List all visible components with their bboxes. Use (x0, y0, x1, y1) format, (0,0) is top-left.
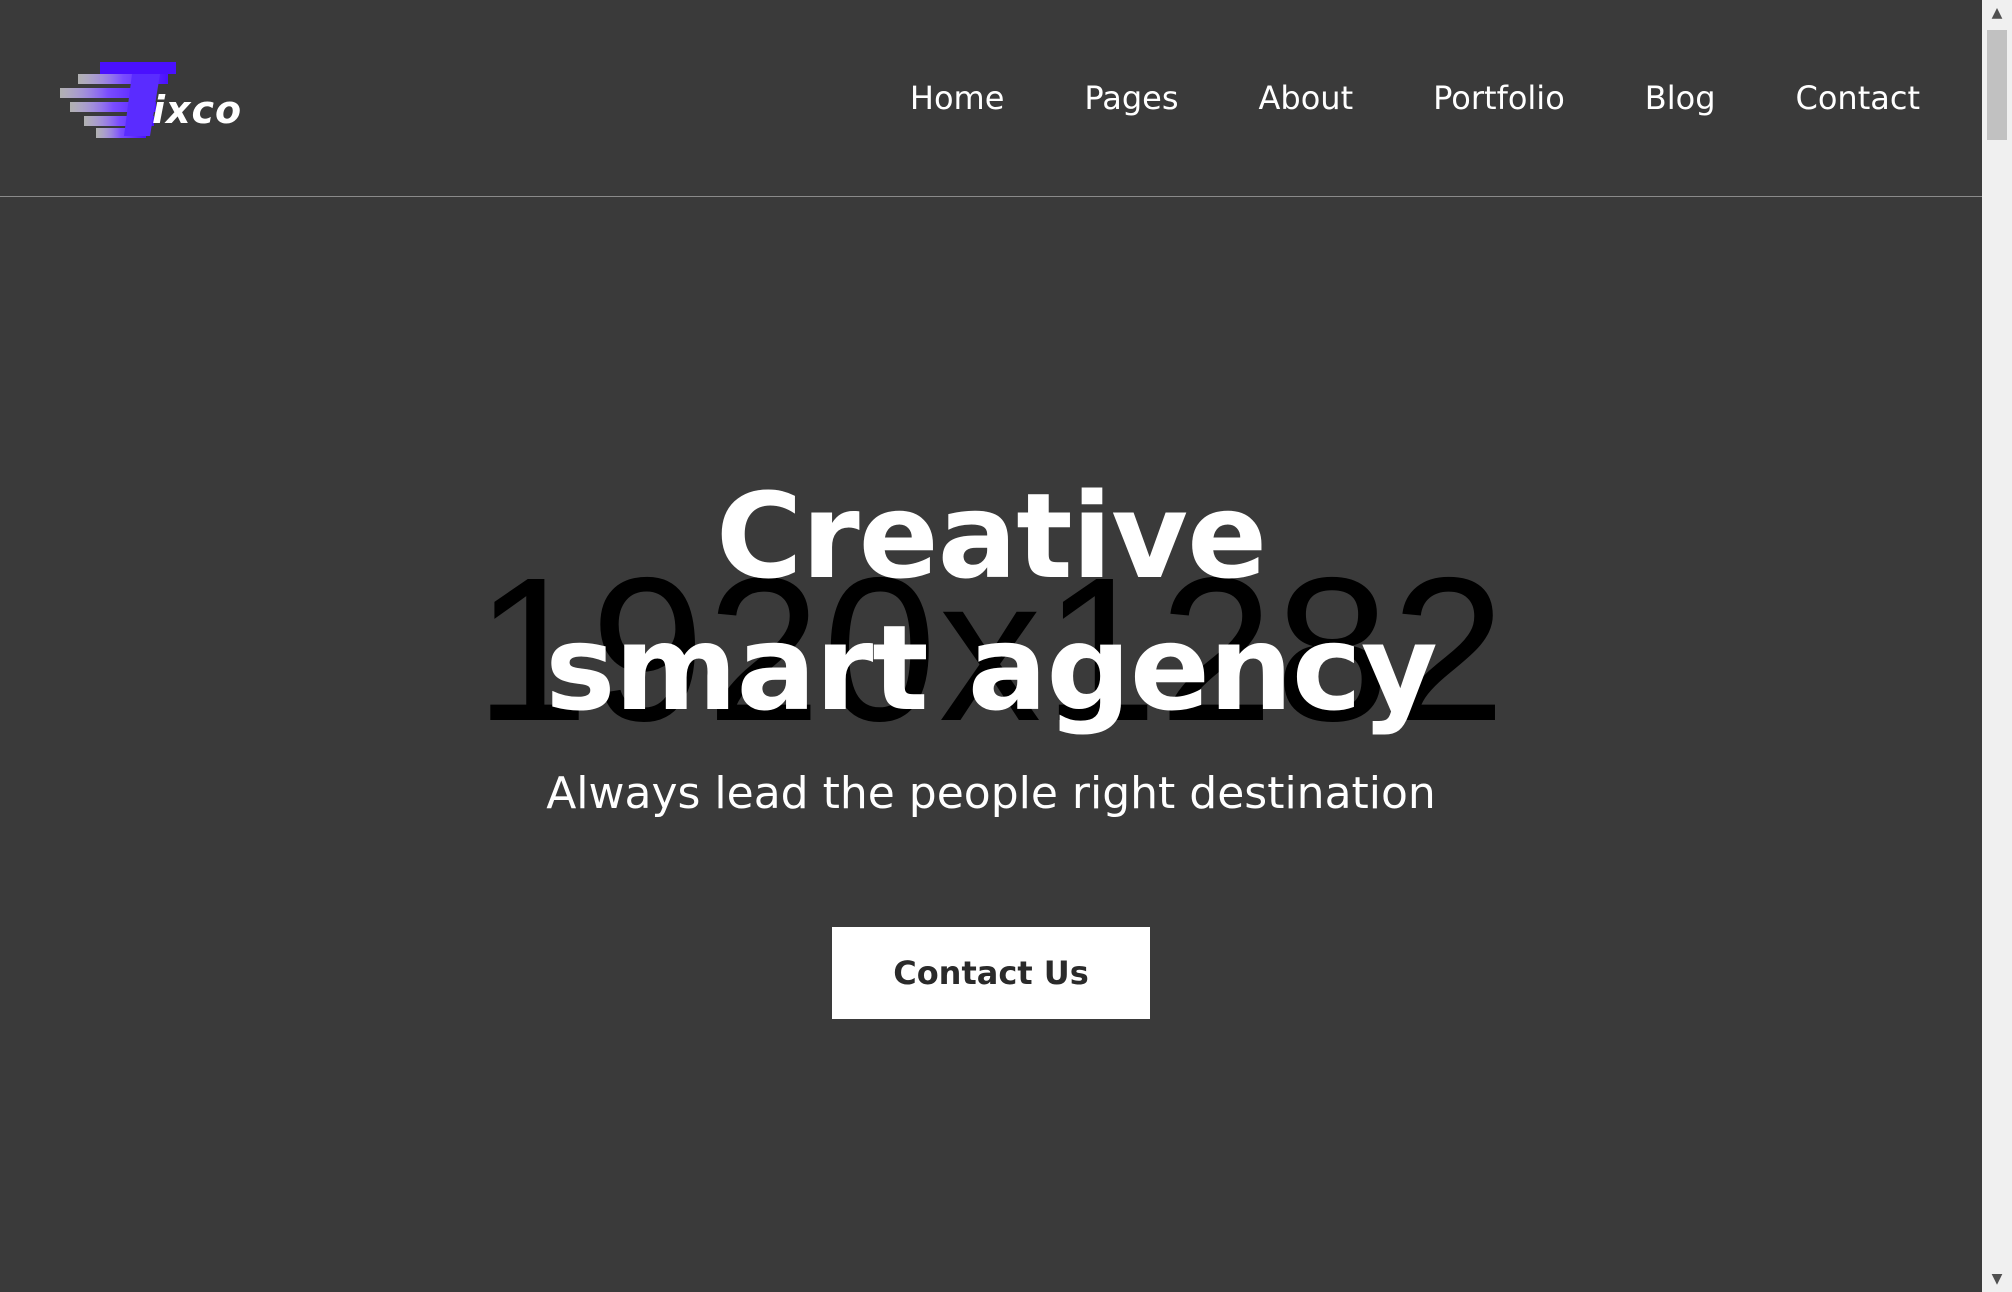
contact-us-button[interactable]: Contact Us (832, 927, 1150, 1019)
page: ixco Home Pages About Portfolio Blog Con… (0, 0, 2012, 1292)
hero-title-line2: smart agency (545, 599, 1438, 737)
fixco-logo[interactable]: ixco (60, 60, 243, 140)
nav-item-blog[interactable]: Blog (1645, 74, 1716, 122)
hero-title-line1: Creative (715, 467, 1267, 605)
logo-text: ixco (152, 88, 243, 132)
chevron-down-icon[interactable]: ▼ (1982, 1266, 2012, 1292)
nav-item-portfolio[interactable]: Portfolio (1433, 74, 1565, 122)
nav-item-pages[interactable]: Pages (1084, 74, 1178, 122)
nav-item-contact[interactable]: Contact (1796, 74, 1921, 122)
main-nav: Home Pages About Portfolio Blog Contact (830, 74, 1920, 122)
chevron-up-icon[interactable]: ▲ (1982, 0, 2012, 26)
vertical-scrollbar[interactable]: ▲ ▼ (1982, 0, 2012, 1292)
hero-subtitle: Always lead the people right destination (546, 768, 1436, 819)
site-header: ixco Home Pages About Portfolio Blog Con… (0, 0, 1982, 197)
scrollbar-thumb[interactable] (1987, 30, 2007, 140)
nav-item-about[interactable]: About (1259, 74, 1354, 122)
nav-item-home[interactable]: Home (910, 74, 1005, 122)
hero-title: Creative smart agency (0, 470, 1982, 734)
